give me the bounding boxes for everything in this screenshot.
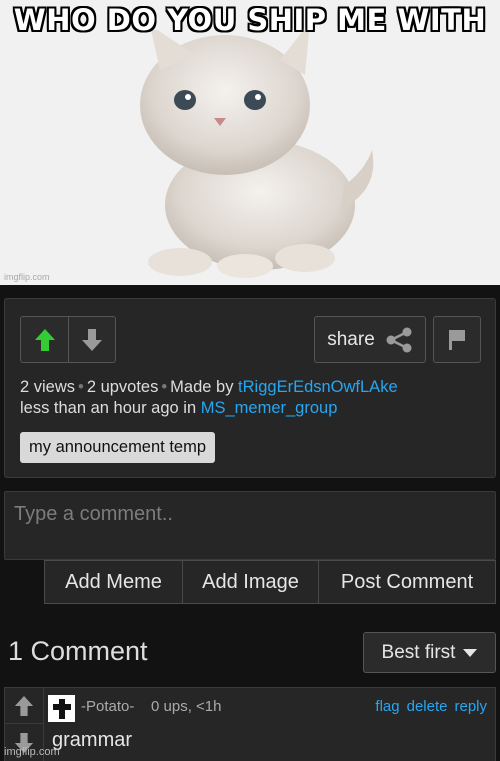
flag-button[interactable]	[433, 316, 481, 363]
meme-watermark: imgflip.com	[4, 272, 50, 282]
comment-input[interactable]: Type a comment..	[4, 491, 496, 560]
post-meta: 2 views • 2 upvotes • Made by tRiggErEdsnOwf…	[20, 378, 398, 417]
meme-caption: WHO DO YOU SHIP ME WITH	[13, 3, 487, 37]
page-watermark: imgflip.com	[4, 746, 60, 758]
tag-chip[interactable]: my announcement temp	[20, 432, 216, 463]
upvotes-count: 2 upvotes	[86, 378, 159, 396]
comment-username[interactable]: -Potato-	[81, 698, 134, 715]
share-button[interactable]: share	[314, 316, 426, 363]
post-info-panel: share 2 views • 2 upvotes • Made by tRiggErE…	[4, 298, 496, 478]
comment-actions-links: flag delete reply	[375, 698, 487, 715]
post-time: less than an hour ago in	[20, 399, 197, 417]
made-by-label: Made by	[170, 378, 234, 396]
comment-reply-link[interactable]: reply	[454, 698, 487, 715]
comment-stats: 0 ups, <1h	[151, 698, 222, 715]
arrow-up-icon	[14, 695, 34, 716]
sort-select[interactable]: Best first	[363, 632, 496, 673]
stream-link[interactable]: MS_memer_group	[201, 399, 338, 417]
add-image-button[interactable]: Add Image	[182, 561, 318, 603]
author-link[interactable]: tRiggErEdsnOwfLAke	[238, 378, 398, 396]
post-comment-button[interactable]: Post Comment	[318, 561, 495, 603]
share-icon	[386, 327, 412, 352]
kitten-illustration	[140, 30, 374, 278]
avatar[interactable]	[48, 695, 75, 722]
comment-upvote-button[interactable]	[5, 688, 43, 724]
comment-delete-link[interactable]: delete	[407, 698, 448, 715]
arrow-down-icon	[82, 328, 102, 351]
meme-image: WHO DO YOU SHIP ME WITH imgflip.com	[0, 0, 500, 285]
comment-flag-link[interactable]: flag	[375, 698, 399, 715]
sort-label: Best first	[381, 641, 456, 663]
flag-icon	[449, 329, 465, 350]
comment-text: grammar	[52, 729, 133, 751]
comment-item: -Potato- 0 ups, <1h flag delete reply gr…	[4, 687, 496, 761]
upvote-button[interactable]	[21, 317, 68, 362]
vote-group	[20, 316, 116, 363]
comments-count: 1 Comment	[8, 636, 148, 666]
arrow-up-icon	[34, 328, 55, 351]
downvote-button[interactable]	[68, 317, 115, 362]
cross-icon	[52, 698, 71, 719]
comment-actions: Add Meme Add Image Post Comment	[44, 560, 496, 604]
caret-down-icon	[463, 648, 478, 657]
add-meme-button[interactable]: Add Meme	[45, 561, 182, 603]
share-label: share	[327, 328, 375, 350]
views-count: 2 views	[20, 378, 76, 396]
